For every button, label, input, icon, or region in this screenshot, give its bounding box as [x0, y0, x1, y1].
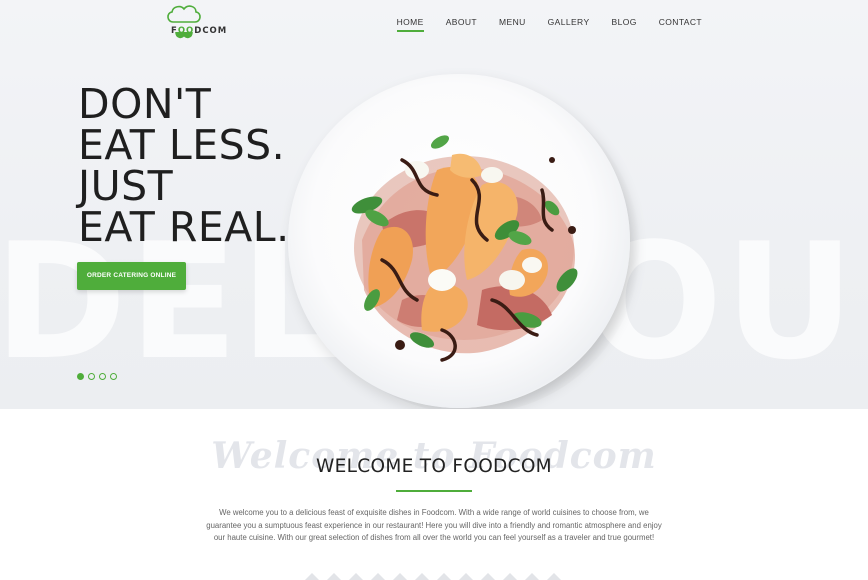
- hero-headline: DON'T EAT LESS. JUST EAT REAL.: [78, 84, 290, 248]
- nav-item-gallery[interactable]: GALLERY: [548, 16, 590, 30]
- slider-pagination: [77, 373, 117, 380]
- logo-text: FOODCOM: [171, 26, 228, 36]
- headline-line: EAT LESS.: [78, 121, 286, 169]
- foodcom-logo[interactable]: FOODCOM: [163, 4, 228, 42]
- headline-line: DON'T: [78, 80, 212, 128]
- slider-dot-icon[interactable]: [88, 373, 95, 380]
- welcome-paragraph: We welcome you to a delicious feast of e…: [206, 508, 662, 542]
- hero-section: DELICIOUS: [0, 0, 868, 409]
- nav-item-about[interactable]: ABOUT: [446, 16, 477, 30]
- title-underline: [396, 490, 472, 492]
- nav-item-home[interactable]: HOME: [396, 16, 424, 32]
- slider-dot-icon[interactable]: [110, 373, 117, 380]
- zigzag-divider-icon: [305, 573, 561, 580]
- nav-item-menu[interactable]: MENU: [499, 16, 526, 30]
- order-catering-button[interactable]: ORDER CATERING ONLINE: [77, 262, 186, 290]
- nav-item-blog[interactable]: BLOG: [612, 16, 637, 30]
- headline-line: JUST: [78, 162, 174, 210]
- main-nav: HOME ABOUT MENU GALLERY BLOG CONTACT: [375, 16, 702, 32]
- nav-item-contact[interactable]: CONTACT: [659, 16, 702, 30]
- slider-dot-icon[interactable]: [99, 373, 106, 380]
- headline-line: EAT REAL.: [78, 203, 290, 251]
- slider-dot-icon[interactable]: [77, 373, 84, 380]
- food-dish-image: [351, 135, 578, 362]
- welcome-title: WELCOME TO FOODCOM: [316, 456, 552, 477]
- site-header: FOODCOM HOME ABOUT MENU GALLERY BLOG CON…: [0, 0, 868, 44]
- welcome-section: Welcome to Foodcom WELCOME TO FOODCOM We…: [0, 409, 868, 580]
